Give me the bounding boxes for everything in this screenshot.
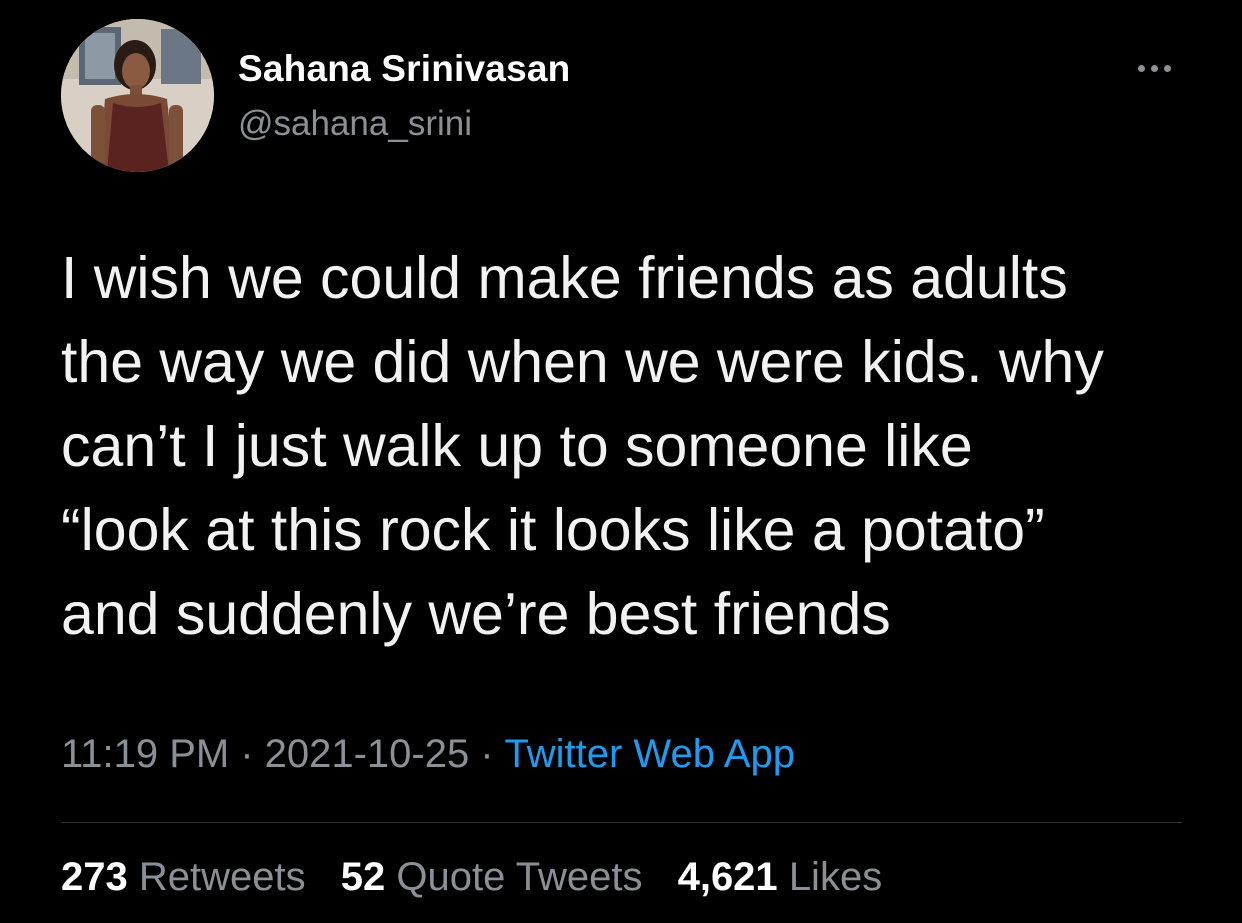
tweet-text: I wish we could make friends as adults t… [61, 236, 1201, 656]
tweet-date[interactable]: 2021-10-25 [265, 732, 470, 776]
more-options-button[interactable] [1126, 50, 1182, 86]
tweet-meta: 11:19 PM · 2021-10-25 · Twitter Web App [61, 732, 795, 777]
author-display-name[interactable]: Sahana Srinivasan [238, 48, 570, 90]
retweets-label: Retweets [138, 855, 306, 899]
divider [61, 822, 1182, 823]
quote-tweets-label: Quote Tweets [396, 855, 643, 899]
tweet-time[interactable]: 11:19 PM [61, 732, 229, 776]
more-dots-icon [1163, 64, 1171, 72]
more-dots-icon [1137, 64, 1145, 72]
quote-tweets-count: 52 [340, 855, 386, 899]
likes-label: Likes [788, 855, 883, 899]
retweets-stat[interactable]: 273 Retweets [61, 855, 306, 899]
avatar[interactable] [61, 19, 214, 172]
tweet-text-line: I wish we could make friends as adults [61, 245, 1068, 311]
more-dots-icon [1150, 64, 1158, 72]
tweet-text-line: “look at this rock it looks like a potat… [61, 497, 1045, 563]
quote-tweets-stat[interactable]: 52 Quote Tweets [341, 855, 643, 899]
meta-separator: · [240, 732, 254, 776]
meta-separator: · [480, 732, 494, 776]
likes-stat[interactable]: 4,621 Likes [678, 855, 883, 899]
tweet-source-link[interactable]: Twitter Web App [505, 732, 796, 776]
likes-count: 4,621 [677, 855, 778, 899]
engagement-stats: 273 Retweets 52 Quote Tweets 4,621 Likes [61, 855, 906, 900]
tweet-text-line: and suddenly we’re best friends [61, 581, 891, 647]
retweets-count: 273 [61, 855, 128, 899]
tweet-detail: Sahana Srinivasan @sahana_srini I wish w… [0, 0, 1242, 923]
author-handle[interactable]: @sahana_srini [238, 104, 472, 144]
tweet-text-line: the way we did when we were kids. why [61, 329, 1104, 395]
tweet-text-line: can’t I just walk up to someone like [61, 413, 973, 479]
profile-photo-icon [61, 19, 214, 172]
